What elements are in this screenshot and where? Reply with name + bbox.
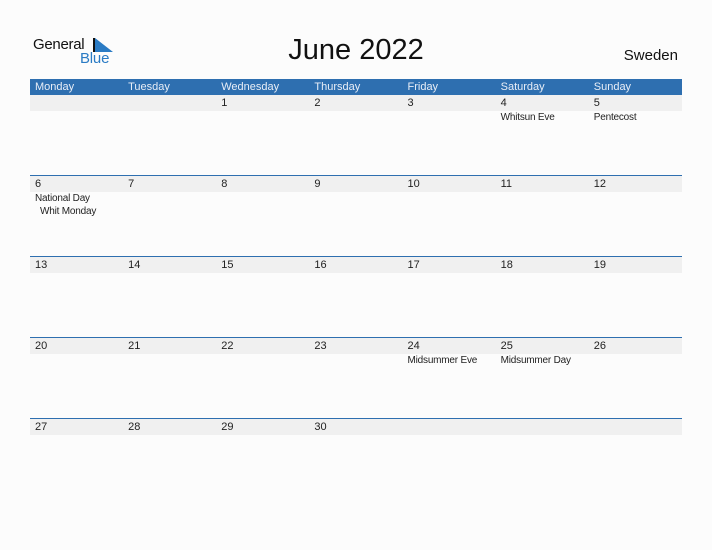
- day-number: 16: [314, 259, 327, 271]
- holiday-label: Midsummer Eve: [407, 355, 478, 366]
- day-number: 8: [221, 178, 228, 190]
- day-cell: [496, 419, 589, 500]
- day-number: 22: [221, 340, 234, 352]
- day-cell[interactable]: 26: [589, 338, 682, 419]
- holiday-label: National Day: [35, 193, 90, 204]
- day-number: 7: [128, 178, 135, 190]
- holiday-label: Midsummer Day: [500, 355, 571, 366]
- weekday-sunday: Sunday: [593, 81, 632, 93]
- day-cell[interactable]: 5 Pentecost: [589, 95, 682, 176]
- weekday-header: Monday Tuesday Wednesday Thursday Friday…: [30, 79, 682, 95]
- day-number: 9: [314, 178, 321, 190]
- day-number: 3: [407, 97, 414, 109]
- day-number: 1: [221, 97, 228, 109]
- day-number: [501, 419, 589, 435]
- day-number: 5: [593, 97, 600, 109]
- weekday-wednesday: Wednesday: [221, 81, 280, 93]
- day-cell[interactable]: 27: [30, 419, 123, 500]
- holiday-label: Whit Monday: [40, 206, 97, 217]
- day-number: 18: [500, 259, 513, 271]
- day-cell[interactable]: 11: [496, 176, 589, 257]
- day-cell[interactable]: 2: [309, 95, 402, 176]
- day-number: 2: [314, 97, 321, 109]
- day-cell[interactable]: 16: [309, 257, 402, 338]
- day-number: 24: [407, 340, 420, 352]
- day-cell[interactable]: 13: [30, 257, 123, 338]
- day-cell[interactable]: 4 Whitsun Eve: [496, 95, 589, 176]
- week-row: 27 28 29 30: [30, 418, 682, 500]
- day-cell[interactable]: 10: [403, 176, 496, 257]
- calendar-title: June 2022: [288, 34, 424, 66]
- day-cell[interactable]: 1: [216, 95, 309, 176]
- day-number: 14: [128, 259, 141, 271]
- day-number: 10: [407, 178, 420, 190]
- weekday-monday: Monday: [35, 81, 75, 93]
- day-cell[interactable]: 7: [123, 176, 216, 257]
- day-cell[interactable]: 14: [123, 257, 216, 338]
- day-cell[interactable]: 19: [589, 257, 682, 338]
- calendar-grid: Monday Tuesday Wednesday Thursday Friday…: [30, 79, 682, 500]
- day-number: 4: [500, 97, 507, 109]
- day-cell[interactable]: 21: [123, 338, 216, 419]
- day-number: 30: [314, 421, 327, 433]
- day-number: 21: [128, 340, 141, 352]
- day-cell: [403, 419, 496, 500]
- day-number: 12: [593, 178, 606, 190]
- day-number: [35, 95, 123, 111]
- day-cell: [589, 419, 682, 500]
- day-cell[interactable]: 17: [403, 257, 496, 338]
- day-number: 6: [35, 178, 42, 190]
- day-cell[interactable]: 29: [216, 419, 309, 500]
- day-cell[interactable]: 23: [309, 338, 402, 419]
- day-cell[interactable]: 28: [123, 419, 216, 500]
- week-row: 6 National Day Whit Monday 7 8 9 10 11 12: [30, 175, 682, 257]
- week-row: 20 21 22 23 24 Midsummer Eve 25 Midsummer Day 26: [30, 337, 682, 419]
- weeks-container: 1 2 3 4 Whitsun Eve 5 Pentecost 6 National Day Wh…: [30, 95, 682, 500]
- week-row: 13 14 15 16 17 18 19: [30, 256, 682, 338]
- day-number: 13: [35, 259, 48, 271]
- day-cell[interactable]: 22: [216, 338, 309, 419]
- day-number: [408, 419, 496, 435]
- week-cells: 6 National Day Whit Monday 7 8 9 10 11 12: [30, 176, 682, 257]
- day-cell[interactable]: 25 Midsummer Day: [496, 338, 589, 419]
- weekday-friday: Friday: [407, 81, 439, 93]
- day-cell[interactable]: 12: [589, 176, 682, 257]
- day-number: 28: [128, 421, 141, 433]
- weekday-saturday: Saturday: [500, 81, 545, 93]
- day-cell[interactable]: 18: [496, 257, 589, 338]
- week-cells: 1 2 3 4 Whitsun Eve 5 Pentecost: [30, 95, 682, 176]
- day-cell[interactable]: 3: [403, 95, 496, 176]
- day-number: 27: [35, 421, 48, 433]
- day-cell[interactable]: 8: [216, 176, 309, 257]
- day-number: 15: [221, 259, 234, 271]
- day-number: 11: [500, 178, 513, 190]
- day-cell[interactable]: 9: [309, 176, 402, 257]
- day-number: 29: [221, 421, 234, 433]
- day-number: 26: [593, 340, 606, 352]
- day-cell: [123, 95, 216, 176]
- day-number: 17: [407, 259, 420, 271]
- country-label: Sweden: [623, 47, 678, 64]
- weekday-tuesday: Tuesday: [128, 81, 170, 93]
- day-cell[interactable]: 6 National Day Whit Monday: [30, 176, 123, 257]
- holiday-label: Pentecost: [593, 112, 637, 123]
- day-number: 25: [500, 340, 513, 352]
- day-number: 20: [35, 340, 48, 352]
- day-number: 19: [593, 259, 606, 271]
- holiday-label: Whitsun Eve: [500, 112, 555, 123]
- weekday-thursday: Thursday: [314, 81, 361, 93]
- week-cells: 27 28 29 30: [30, 419, 682, 500]
- day-cell[interactable]: 15: [216, 257, 309, 338]
- week-cells: 13 14 15 16 17 18 19: [30, 257, 682, 338]
- day-cell[interactable]: 20: [30, 338, 123, 419]
- day-cell: [30, 95, 123, 176]
- week-row: 1 2 3 4 Whitsun Eve 5 Pentecost: [30, 95, 682, 176]
- week-cells: 20 21 22 23 24 Midsummer Eve 25 Midsummer Day 26: [30, 338, 682, 419]
- day-number: 23: [314, 340, 327, 352]
- day-number: [128, 95, 216, 111]
- day-number: [594, 419, 682, 435]
- day-cell[interactable]: 24 Midsummer Eve: [403, 338, 496, 419]
- day-cell[interactable]: 30: [309, 419, 402, 500]
